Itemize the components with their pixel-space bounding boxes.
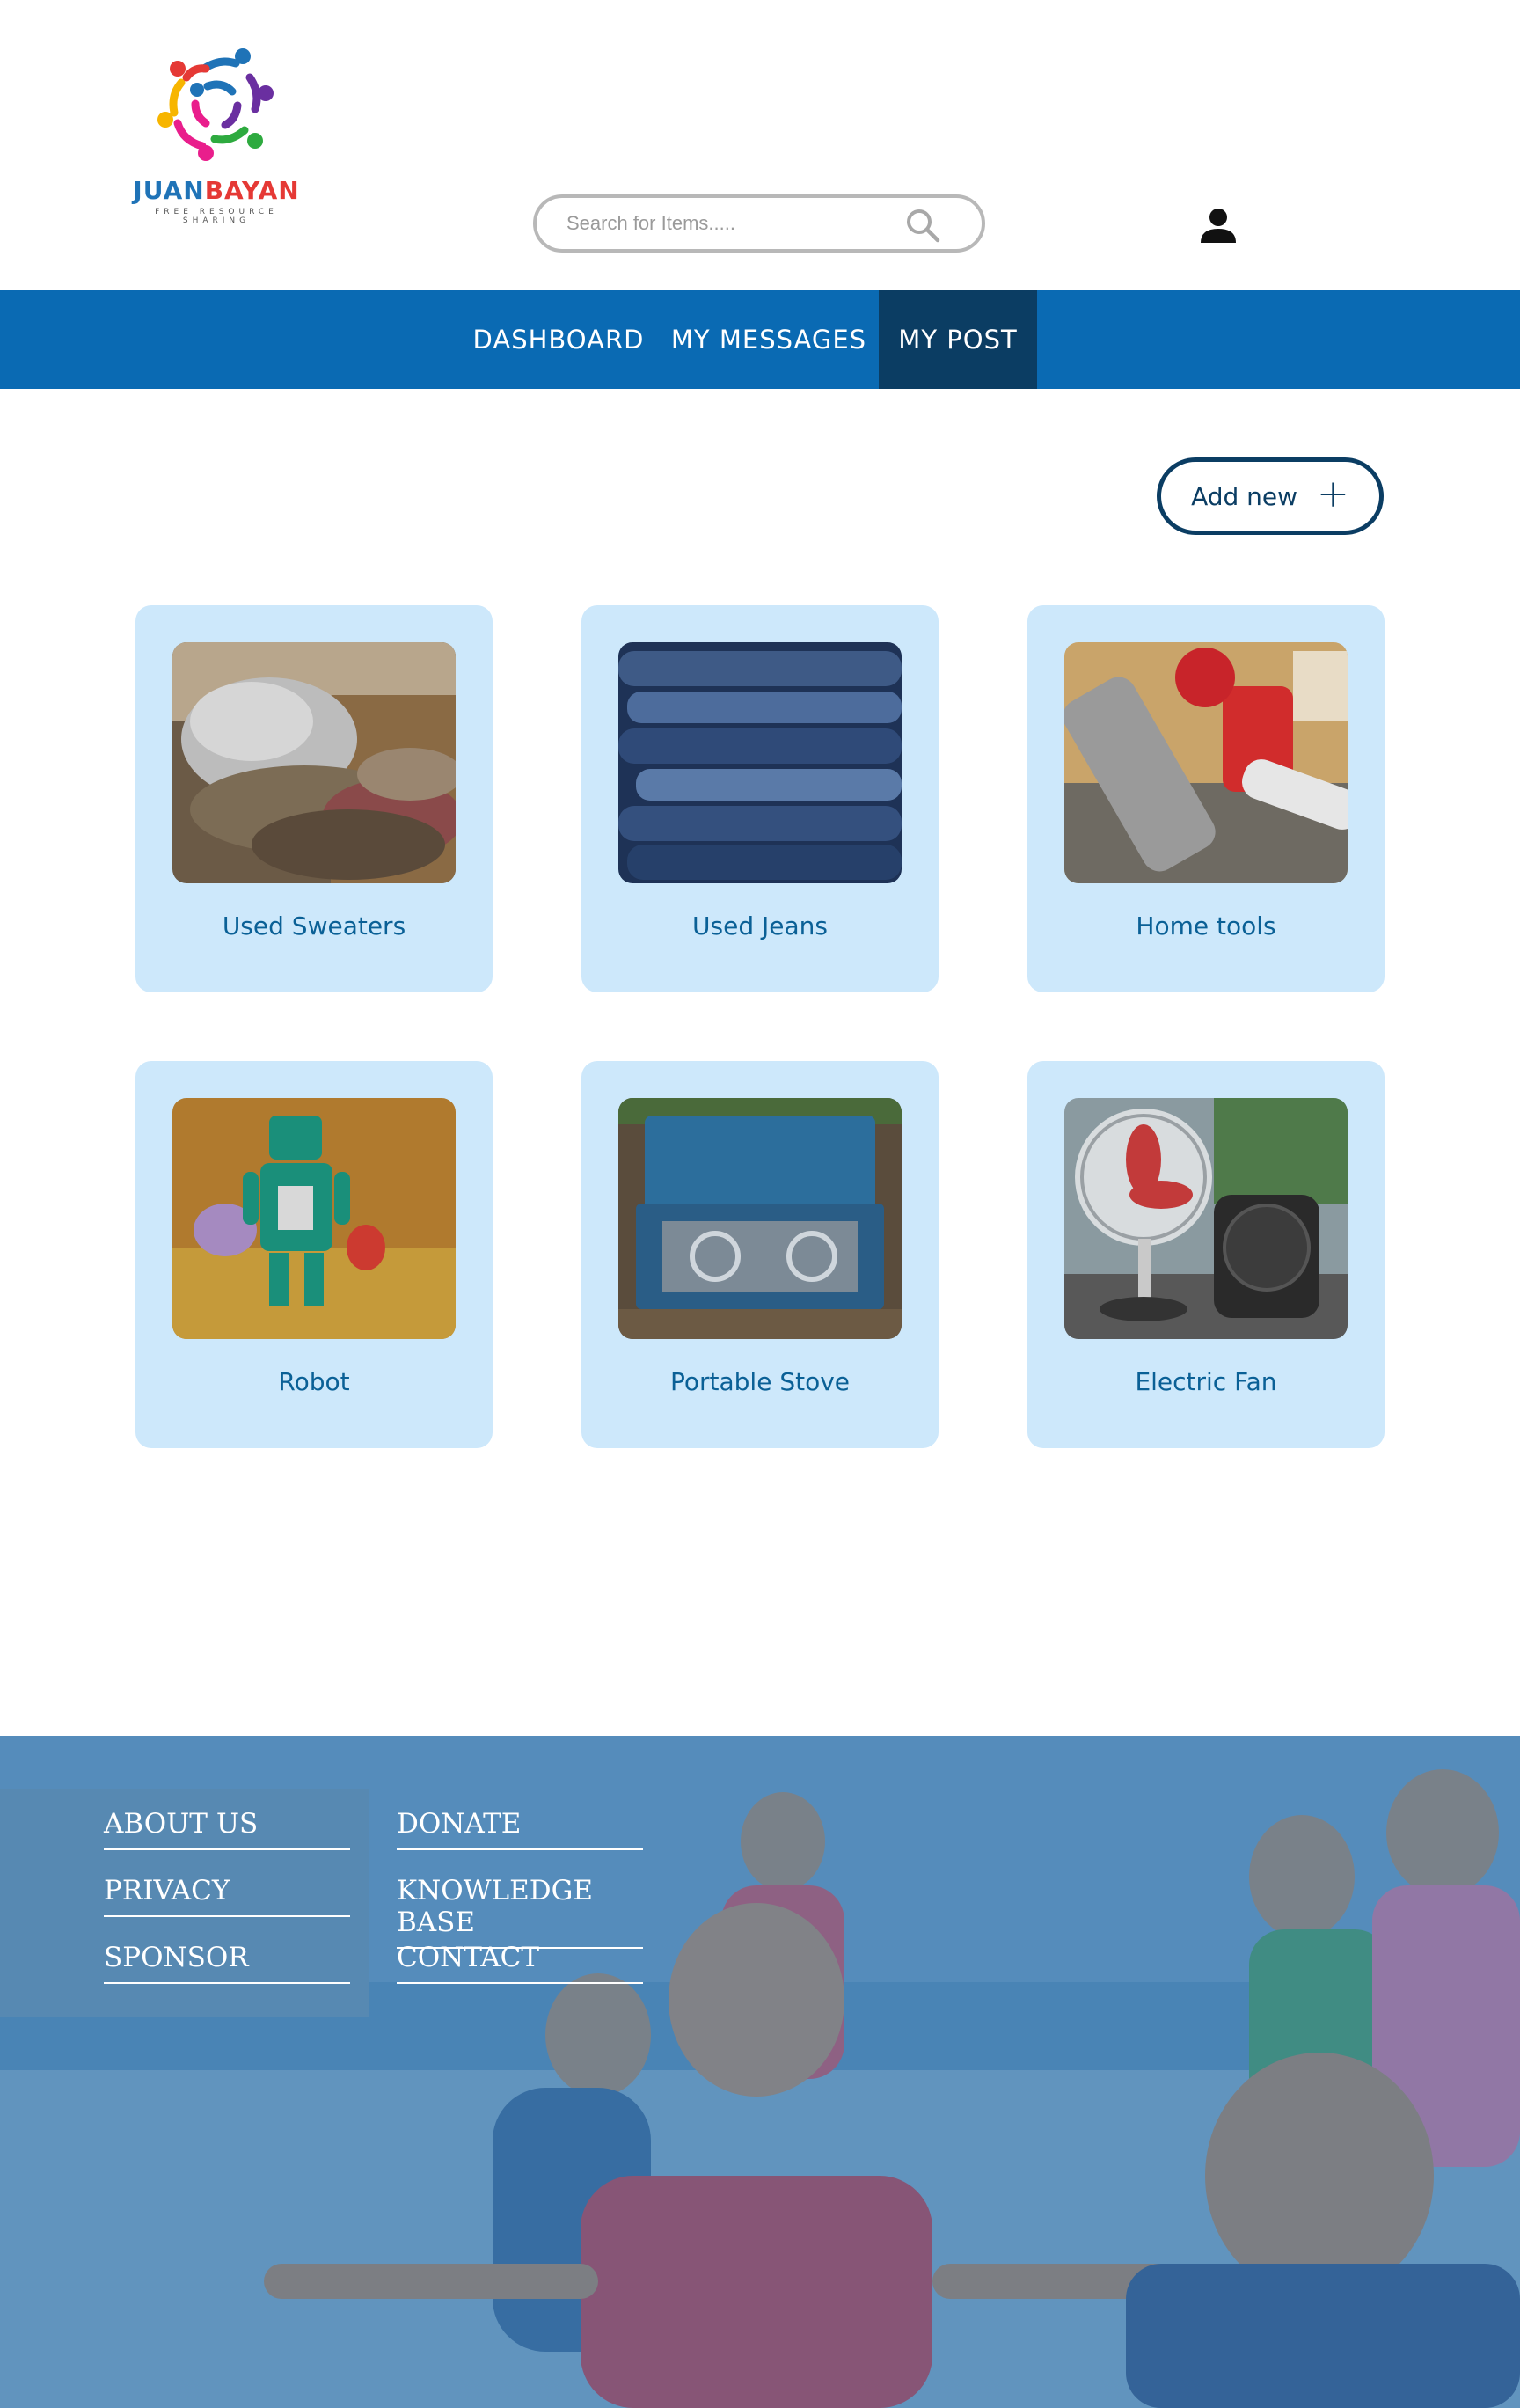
header: JUANBAYAN FREE RESOURCE SHARING (0, 0, 1520, 290)
add-new-label: Add new (1191, 481, 1298, 511)
footer-link-donate[interactable]: DONATE (397, 1808, 643, 1850)
footer-link-knowledge-base[interactable]: KNOWLEDGE BASE (397, 1875, 643, 1949)
post-card-home-tools[interactable]: Home tools (1027, 605, 1385, 992)
user-icon[interactable] (1198, 206, 1239, 246)
search-input[interactable] (566, 209, 892, 238)
nav-dashboard[interactable]: DASHBOARD (459, 290, 658, 389)
post-title: Portable Stove (669, 1367, 851, 1396)
post-image-jeans (618, 642, 902, 883)
brand-name: JUANBAYAN (120, 176, 313, 205)
post-image-robot (172, 1098, 456, 1339)
footer: ABOUT US PRIVACY SPONSOR DONATE KNOWLEDG… (0, 1736, 1520, 2408)
brand-name-part1: JUAN (133, 176, 205, 205)
brand-name-part2: BAYAN (204, 176, 300, 205)
nav-my-messages[interactable]: MY MESSAGES (667, 290, 871, 389)
post-card-electric-fan[interactable]: Electric Fan (1027, 1061, 1385, 1448)
post-card-used-sweaters[interactable]: Used Sweaters (135, 605, 493, 992)
search-icon[interactable] (904, 207, 941, 244)
footer-link-sponsor[interactable]: SPONSOR (104, 1942, 350, 1984)
post-title: Used Sweaters (222, 911, 406, 941)
logo-mark (157, 48, 274, 161)
plus-icon: + (1317, 472, 1349, 516)
post-image-tools (1064, 642, 1348, 883)
post-title: Electric Fan (1135, 1367, 1277, 1396)
post-title: Home tools (1136, 911, 1276, 941)
brand-tagline: FREE RESOURCE SHARING (155, 208, 278, 225)
post-card-robot[interactable]: Robot (135, 1061, 493, 1448)
main-nav: DASHBOARD MY MESSAGES MY POST (0, 290, 1520, 389)
post-title: Robot (278, 1367, 350, 1396)
search-bar (533, 194, 985, 253)
post-image-fan (1064, 1098, 1348, 1339)
footer-link-contact[interactable]: CONTACT (397, 1942, 643, 1984)
footer-link-privacy[interactable]: PRIVACY (104, 1875, 350, 1917)
post-image-sweaters (172, 642, 456, 883)
nav-my-post[interactable]: MY POST (879, 290, 1037, 389)
logo[interactable]: JUANBAYAN FREE RESOURCE SHARING (120, 42, 313, 227)
add-new-button[interactable]: Add new + (1157, 457, 1384, 535)
post-card-portable-stove[interactable]: Portable Stove (581, 1061, 939, 1448)
post-title: Used Jeans (692, 911, 828, 941)
footer-link-about-us[interactable]: ABOUT US (104, 1808, 350, 1850)
post-card-used-jeans[interactable]: Used Jeans (581, 605, 939, 992)
post-image-stove (618, 1098, 902, 1339)
